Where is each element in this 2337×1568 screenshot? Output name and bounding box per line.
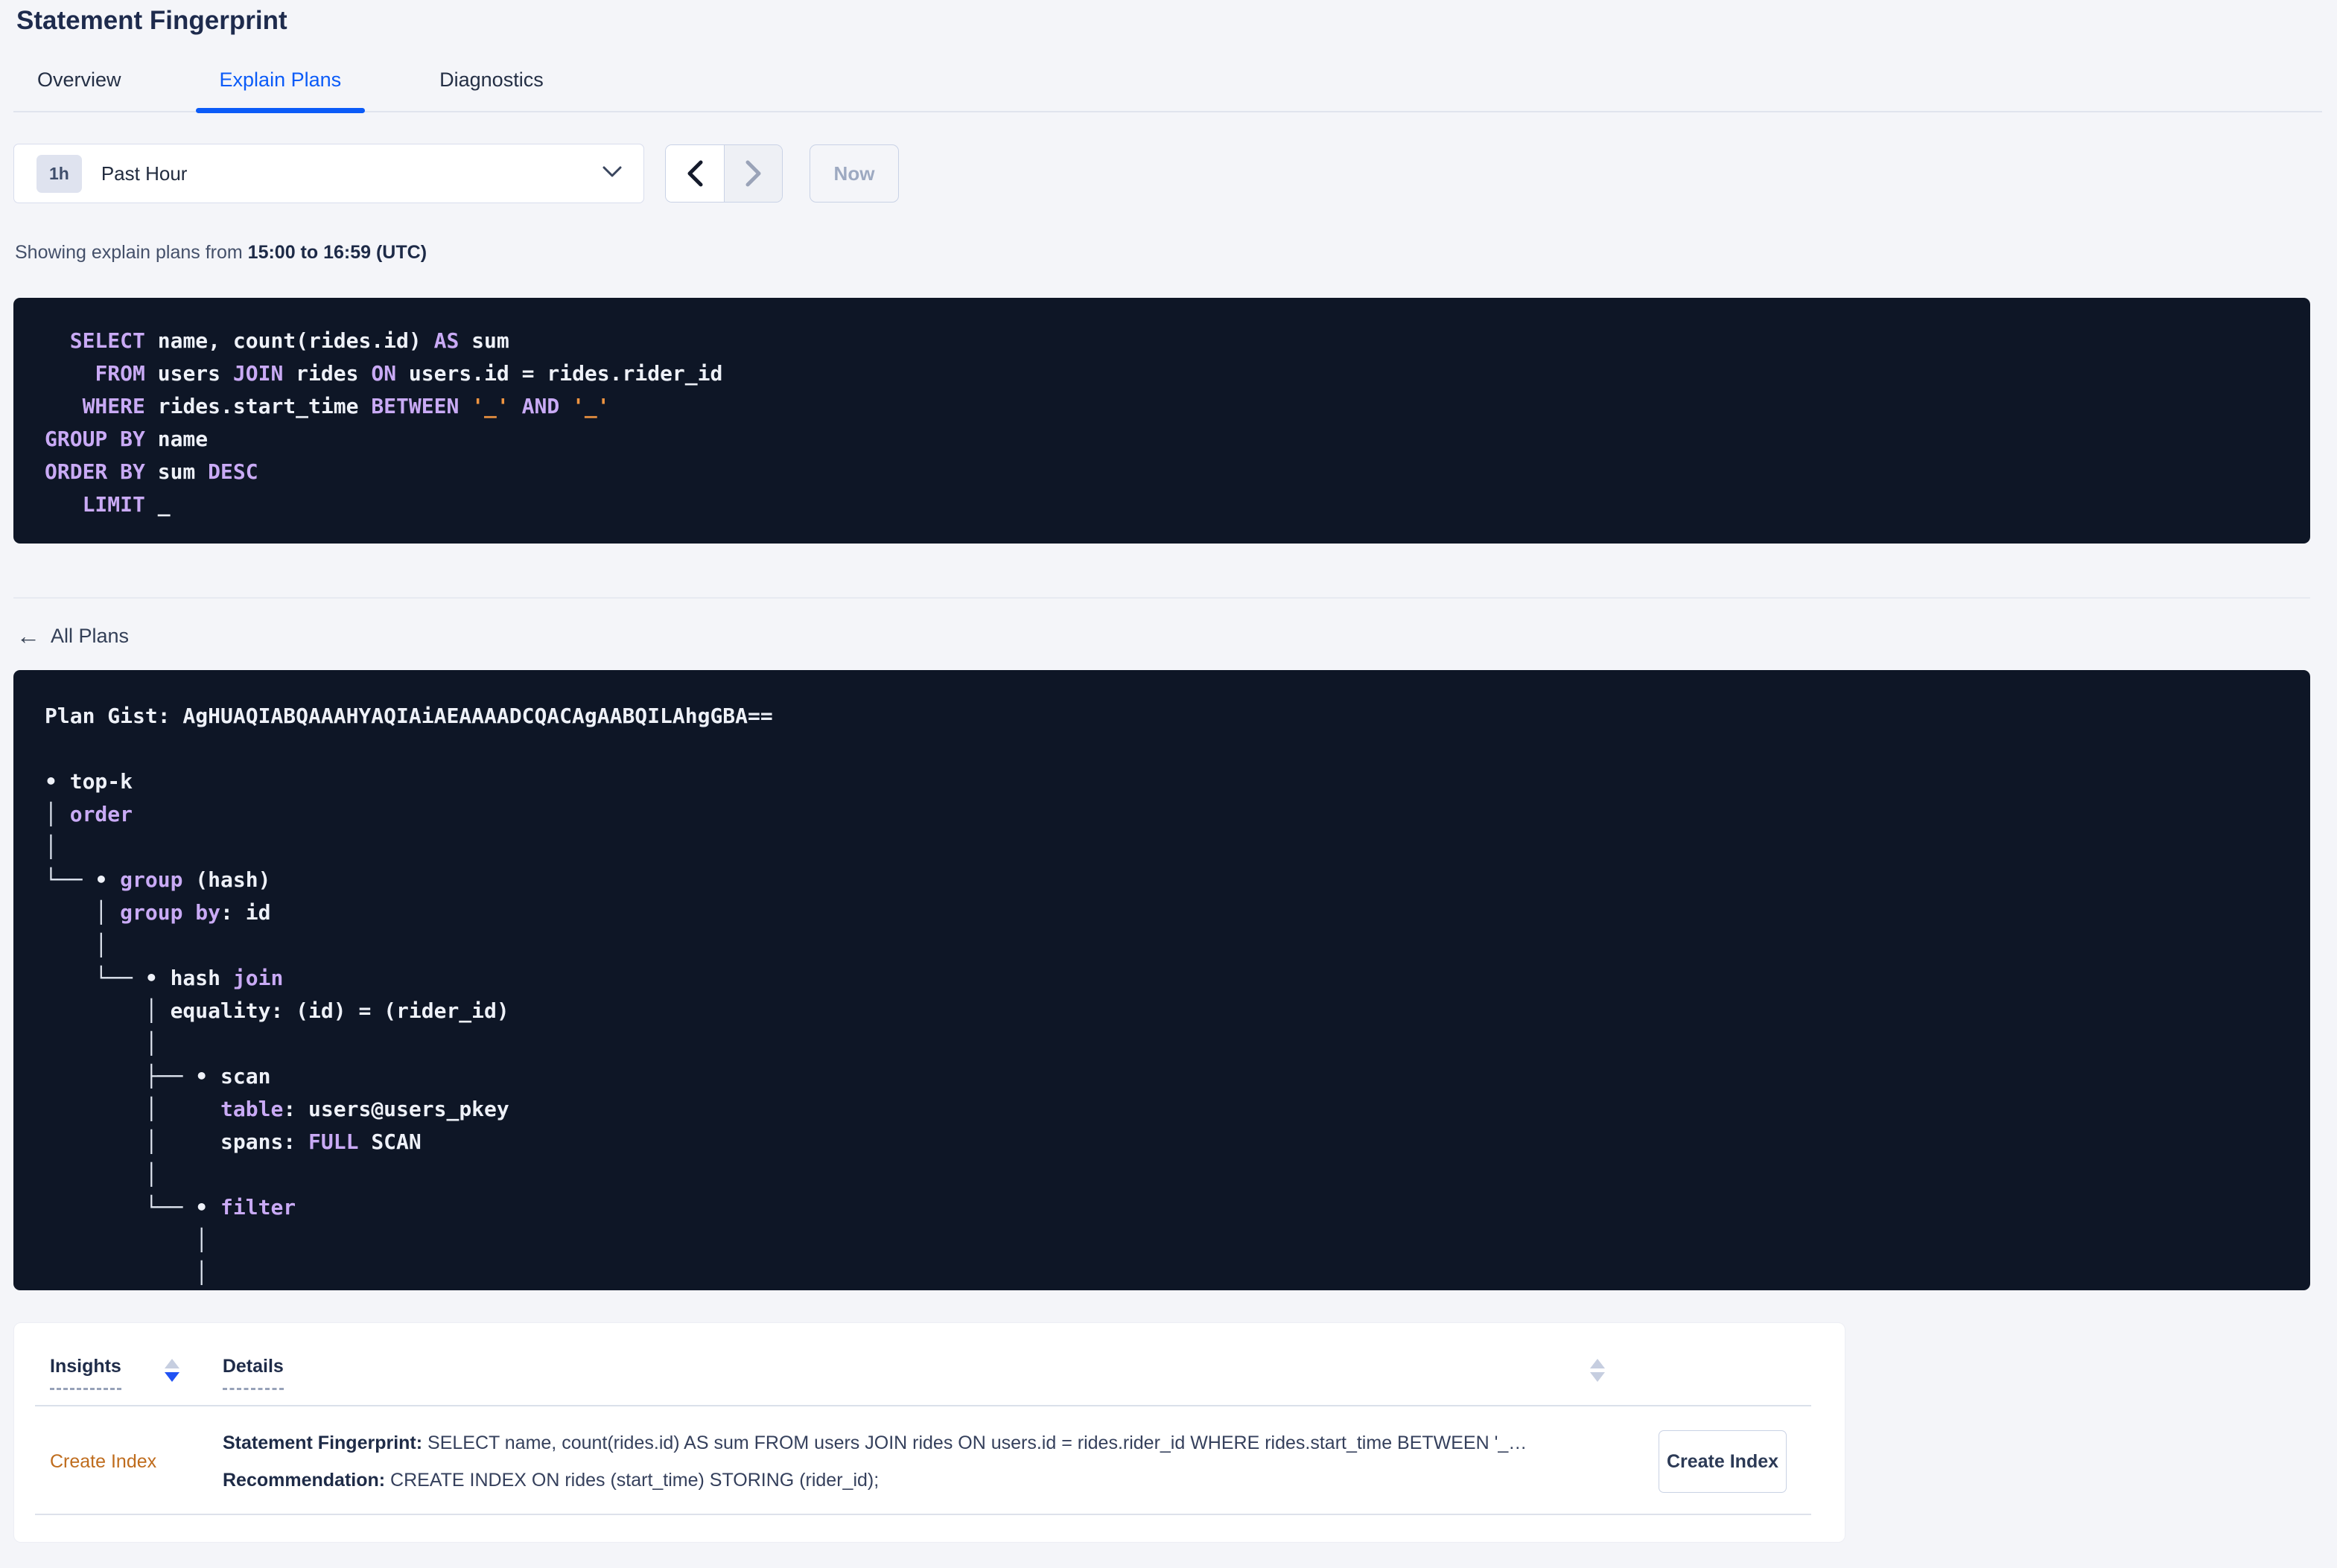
statement-fingerprint-page: Statement Fingerprint Overview Explain P… [0, 0, 2337, 1543]
insight-type-link[interactable]: Create Index [50, 1451, 223, 1473]
insights-table-card: Insights Details Create Index Statement … [13, 1322, 1845, 1543]
time-nav-group [665, 144, 783, 203]
sort-asc-triangle [164, 1359, 179, 1368]
sort-asc-triangle [1590, 1359, 1605, 1368]
sort-desc-triangle [164, 1372, 179, 1382]
all-plans-link[interactable]: ← All Plans [13, 624, 129, 648]
showing-prefix: Showing explain plans from [15, 242, 248, 263]
time-range-label: Past Hour [101, 162, 188, 185]
all-plans-label: All Plans [51, 624, 130, 647]
sql-statement-block: SELECT name, count(rides.id) AS sum FROM… [13, 298, 2310, 544]
statement-fingerprint-line: Statement Fingerprint: SELECT name, coun… [223, 1432, 1527, 1453]
insights-table-header: Insights Details [14, 1323, 1845, 1390]
sort-icon-details[interactable] [1590, 1359, 1605, 1382]
insight-details: Statement Fingerprint: SELECT name, coun… [223, 1424, 1659, 1499]
chevron-down-icon [602, 165, 623, 182]
tab-overview[interactable]: Overview [36, 68, 123, 111]
tab-bar: Overview Explain Plans Diagnostics [13, 68, 2322, 113]
recommendation-line: Recommendation: CREATE INDEX ON rides (s… [223, 1470, 880, 1491]
next-interval-button[interactable] [724, 145, 782, 202]
plan-gist-block: Plan Gist: AgHUAQIABQAAAHYAQIAiAEAAAADCQ… [13, 670, 2310, 1290]
tab-diagnostics[interactable]: Diagnostics [438, 68, 545, 111]
tab-explain-plans[interactable]: Explain Plans [195, 68, 365, 113]
column-header-details[interactable]: Details [222, 1356, 284, 1390]
back-arrow-icon: ← [16, 622, 40, 649]
previous-interval-button[interactable] [666, 145, 724, 202]
time-selector-row: 1h Past Hour Now [13, 144, 2324, 203]
now-button[interactable]: Now [810, 144, 899, 203]
interval-badge: 1h [36, 154, 82, 193]
page-title: Statement Fingerprint [16, 6, 287, 35]
showing-range: 15:00 to 16:59 (UTC) [247, 242, 427, 263]
sort-desc-triangle [1590, 1372, 1605, 1382]
sort-icon-insights[interactable] [164, 1359, 179, 1382]
time-range-dropdown[interactable]: 1h Past Hour [13, 144, 644, 203]
table-row: Create Index Statement Fingerprint: SELE… [14, 1406, 1845, 1499]
table-row-divider [35, 1514, 1811, 1515]
column-header-insights[interactable]: Insights [50, 1356, 121, 1390]
showing-range-text: Showing explain plans from 15:00 to 16:5… [13, 242, 2324, 264]
create-index-button[interactable]: Create Index [1659, 1430, 1787, 1493]
